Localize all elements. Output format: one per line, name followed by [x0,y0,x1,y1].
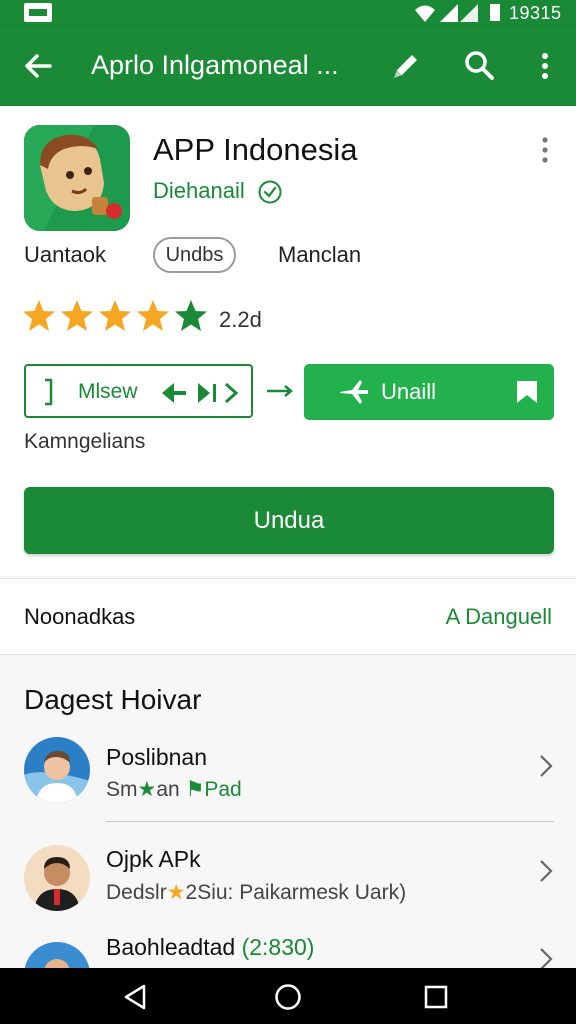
star-icon [23,300,169,331]
chevron-right-icon [540,755,553,777]
app-bar: Aprlo Inlgamoneal ... [0,26,576,106]
app-overflow-icon[interactable] [533,134,557,166]
star-icon: ★ [166,881,186,904]
pencil-icon[interactable] [388,48,424,84]
action-note: Kamngelians [24,430,146,453]
plane-icon [340,380,368,404]
flag-icon: ⚑ [185,778,205,801]
list-item-title: Baohleadtad (2:830) [106,934,315,960]
list-item-subtitle: Sm★an ⚑Pad [106,778,242,801]
list-item[interactable]: Poslibnan Sm★an ⚑Pad [0,734,576,834]
related-section: Dagest Hoivar Poslibnan Sm★an ⚑Pad Ojpk … [0,656,576,1008]
signal-icon [440,4,478,22]
app-name: APP Indonesia [153,132,358,167]
rating-stars [23,300,207,331]
info-row-label: Noonadkas [24,604,136,629]
section-title: Dagest Hoivar [24,684,202,715]
back-icon[interactable] [120,982,150,1012]
avatar [24,737,90,803]
verified-check-icon [258,180,282,204]
arrows-icon [162,382,239,404]
app-details-card: APP Indonesia Diehanail Uantaok Undbs Ma… [0,106,576,576]
chevron-right-icon [540,860,553,882]
avatar [24,845,90,911]
list-item[interactable]: Ojpk APk Dedslr★2Siu: Paikarmesk Uark) [0,838,576,938]
status-time: 19315 [509,3,562,23]
info-row-link[interactable]: A Danguell [446,604,552,630]
divider [106,821,554,822]
app-icon [24,125,130,231]
developer-name[interactable]: Diehanail [153,178,245,204]
secondary-action-button[interactable]: Mlsew [24,364,253,418]
meta-chip[interactable]: Undbs [153,237,236,273]
rating-text: 2.2d [219,307,262,332]
list-item-title: Ojpk APk [106,846,201,872]
primary-action-button[interactable]: Unaill [304,364,554,420]
search-icon[interactable] [461,48,497,84]
status-bar: 19315 [0,0,576,26]
app-bar-title: Aprlo Inlgamoneal ... [91,50,339,80]
list-item-title: Poslibnan [106,744,208,770]
info-row[interactable]: Noonadkas A Danguell [0,578,576,655]
star-icon: ★ [137,778,157,801]
wifi-icon [415,5,435,22]
notification-icon [24,3,52,22]
back-arrow-icon[interactable] [20,48,56,84]
system-nav-bar [0,968,576,1024]
swap-arrow-icon [267,385,293,397]
primary-action-label: Unaill [381,379,437,404]
meta-label-left: Uantaok [24,242,106,267]
recents-icon[interactable] [421,982,451,1012]
battery-icon [490,4,500,21]
list-item-subtitle: Dedslr★2Siu: Paikarmesk Uark) [106,881,407,904]
home-icon[interactable] [273,982,303,1012]
meta-label-right: Manclan [278,242,362,267]
install-button[interactable]: Undua [24,487,554,554]
bookmark-icon [45,378,53,406]
overflow-menu-icon[interactable] [527,48,563,84]
bookmark-icon [517,381,537,403]
secondary-action-label: Mlsew [78,380,138,403]
